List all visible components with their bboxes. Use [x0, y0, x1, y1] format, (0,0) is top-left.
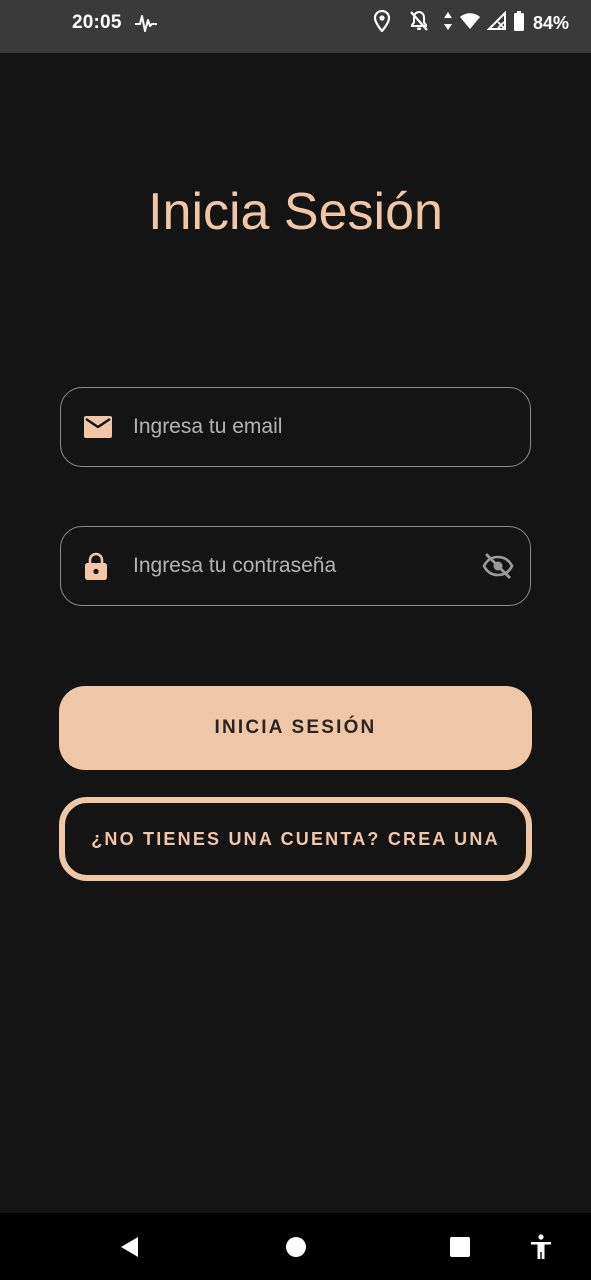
pulse-icon: [134, 12, 158, 39]
status-icons: 84%: [373, 9, 569, 37]
back-icon[interactable]: [118, 1235, 142, 1259]
visibility-off-icon[interactable]: [482, 552, 514, 580]
home-icon[interactable]: [285, 1236, 307, 1258]
battery-icon: [513, 10, 525, 36]
mail-icon: [83, 415, 113, 439]
recents-icon[interactable]: [449, 1236, 471, 1258]
login-button[interactable]: INICIA SESIÓN: [59, 686, 532, 770]
location-icon: [373, 9, 391, 37]
password-field[interactable]: [60, 526, 531, 606]
lock-icon: [83, 551, 109, 581]
accessibility-icon[interactable]: [529, 1233, 553, 1260]
wifi-icon: [459, 11, 481, 36]
status-time: 20:05: [72, 12, 122, 33]
email-input[interactable]: [133, 388, 463, 466]
create-account-button[interactable]: ¿NO TIENES UNA CUENTA? CREA UNA: [59, 797, 532, 881]
password-input[interactable]: [133, 527, 463, 605]
page-title: Inicia Sesión: [148, 183, 443, 241]
status-bar: 20:05 84%: [0, 0, 591, 53]
data-arrows-icon: [443, 11, 453, 36]
signal-icon: [486, 10, 507, 36]
navigation-bar: [0, 1213, 591, 1280]
notifications-off-icon: [409, 10, 429, 37]
email-field[interactable]: [60, 387, 531, 467]
battery-percent: 84%: [532, 12, 569, 33]
